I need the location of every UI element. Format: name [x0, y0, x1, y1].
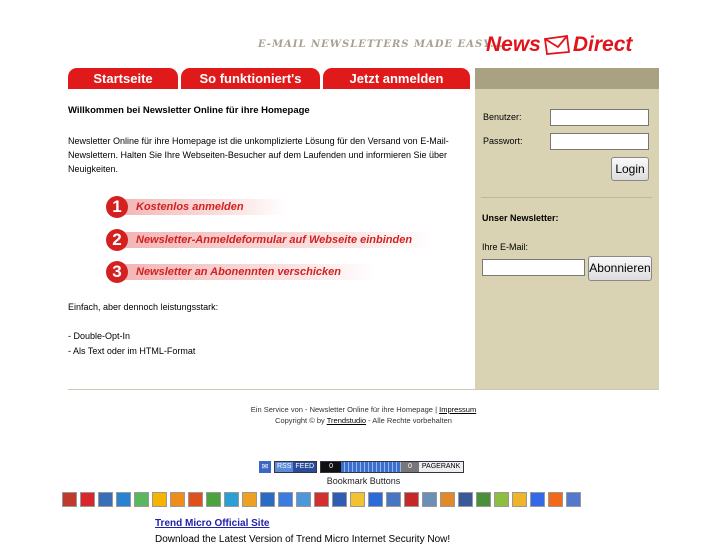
bookmark-icon[interactable]	[296, 492, 311, 507]
bookmark-icon[interactable]	[260, 492, 275, 507]
bookmark-icon[interactable]	[80, 492, 95, 507]
bookmark-icon[interactable]	[206, 492, 221, 507]
login-button[interactable]: Login	[611, 157, 649, 181]
sidebar-header-bar	[475, 68, 659, 89]
bookmark-icon[interactable]	[116, 492, 131, 507]
feed-badge-label: FEED	[293, 462, 317, 472]
bookmark-icon[interactable]	[440, 492, 455, 507]
step-number: 1	[106, 196, 128, 218]
step-text: Newsletter an Abonennten verschicken	[136, 266, 341, 278]
content-divider	[68, 389, 659, 390]
step-1: 1 Kostenlos anmelden	[106, 196, 286, 218]
footer-separator: |	[435, 405, 438, 414]
step-3: 3 Newsletter an Abonennten verschicken	[106, 261, 376, 283]
password-input[interactable]	[550, 133, 649, 150]
bookmark-icon[interactable]	[242, 492, 257, 507]
bookmark-buttons	[62, 492, 581, 507]
impressum-link[interactable]: Impressum	[439, 405, 476, 414]
page-title: Willkommen bei Newsletter Online für ihr…	[68, 105, 310, 116]
bookmark-icon[interactable]	[98, 492, 113, 507]
bookmark-icon[interactable]	[512, 492, 527, 507]
tab-startseite[interactable]: Startseite	[68, 68, 178, 89]
bookmark-icon[interactable]	[278, 492, 293, 507]
step-number: 3	[106, 261, 128, 283]
copyright-suffix: - Alle Rechte vorbehalten	[368, 416, 452, 425]
bookmark-icon[interactable]	[530, 492, 545, 507]
copyright-prefix: Copyright © by	[275, 416, 325, 425]
bookmark-label: Bookmark Buttons	[326, 476, 401, 486]
features-heading: Einfach, aber dennoch leistungsstark:	[68, 302, 219, 312]
rss-badge[interactable]: RSS FEED	[274, 461, 318, 473]
bookmark-icon[interactable]	[422, 492, 437, 507]
logo[interactable]: News Direct	[486, 33, 632, 57]
bookmark-icon[interactable]	[332, 492, 347, 507]
pagerank-bar	[340, 462, 401, 472]
intro-text: Newsletter Online für ihre Homepage ist …	[68, 136, 449, 174]
ad-title-link[interactable]: Trend Micro Official Site	[155, 518, 269, 529]
email-label: Ihre E-Mail:	[482, 242, 529, 252]
pagerank-value: 0	[321, 462, 341, 472]
newsletter-heading: Unser Newsletter:	[482, 213, 559, 223]
bookmark-icon[interactable]	[494, 492, 509, 507]
feature-item: - Double-Opt-In	[68, 331, 131, 341]
logo-right-text: Direct	[572, 33, 633, 56]
trendstudio-link[interactable]: Trendstudio	[327, 416, 366, 425]
footer-line-1: Ein Service von - Newsletter Online für …	[0, 405, 727, 414]
bookmark-icon[interactable]	[458, 492, 473, 507]
bookmark-icon[interactable]	[152, 492, 167, 507]
sidebar-divider	[481, 197, 652, 198]
bookmark-icon[interactable]	[170, 492, 185, 507]
bookmark-icon[interactable]	[548, 492, 563, 507]
bookmark-icon[interactable]	[350, 492, 365, 507]
bookmark-icon[interactable]	[566, 492, 581, 507]
step-text: Kostenlos anmelden	[136, 201, 244, 213]
bookmark-icon[interactable]	[476, 492, 491, 507]
feed-icon[interactable]: ✉	[259, 461, 271, 473]
username-label: Benutzer:	[483, 112, 522, 122]
bookmark-icon[interactable]	[386, 492, 401, 507]
footer-line-2: Copyright © by Trendstudio - Alle Rechte…	[0, 416, 727, 425]
badge-row: ✉ RSS FEED 0 0 PAGERANK	[259, 461, 465, 473]
pagerank-label: PAGERANK	[418, 462, 464, 472]
bookmark-icon[interactable]	[404, 492, 419, 507]
bookmark-icon[interactable]	[314, 492, 329, 507]
rss-badge-label: RSS	[275, 462, 294, 472]
subscribe-button[interactable]: Abonnieren	[588, 256, 652, 281]
pagerank-badge[interactable]: 0 0 PAGERANK	[320, 461, 465, 473]
envelope-icon	[543, 34, 570, 55]
tagline: E-MAIL NEWSLETTERS MADE EASY...	[258, 39, 504, 50]
bookmark-icon[interactable]	[62, 492, 77, 507]
step-text: Newsletter-Anmeldeformular auf Webseite …	[136, 234, 413, 246]
email-input[interactable]	[482, 259, 585, 276]
step-2: 2 Newsletter-Anmeldeformular auf Webseit…	[106, 229, 436, 251]
tab-so-funktionierts[interactable]: So funktioniert's	[181, 68, 320, 89]
tab-jetzt-anmelden[interactable]: Jetzt anmelden	[323, 68, 470, 89]
bookmark-icon[interactable]	[368, 492, 383, 507]
bookmark-icon[interactable]	[224, 492, 239, 507]
logo-left-text: News	[486, 33, 541, 56]
feature-item: - Als Text oder im HTML-Format	[68, 346, 196, 356]
password-label: Passwort:	[483, 136, 523, 146]
bookmark-icon[interactable]	[134, 492, 149, 507]
main-nav: Startseite So funktioniert's Jetzt anmel…	[68, 68, 470, 89]
step-number: 2	[106, 229, 128, 251]
footer-service-text: Ein Service von - Newsletter Online für …	[250, 405, 433, 414]
bookmark-icon[interactable]	[188, 492, 203, 507]
ad-text: Download the Latest Version of Trend Mic…	[155, 534, 451, 545]
pagerank-score: 0	[400, 462, 419, 472]
username-input[interactable]	[550, 109, 649, 126]
